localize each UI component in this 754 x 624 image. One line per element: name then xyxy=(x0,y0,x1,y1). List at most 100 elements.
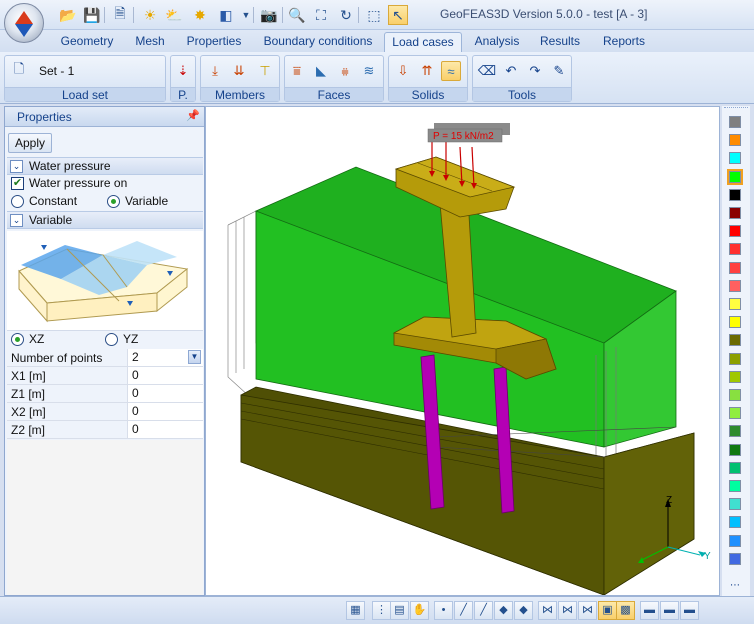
zoom-icon[interactable]: 🔍 xyxy=(287,5,307,25)
color-swatch[interactable] xyxy=(729,425,741,438)
z1-row[interactable]: Z1 [m] 0 xyxy=(7,385,203,403)
light-icon[interactable]: ✸ xyxy=(190,5,210,25)
x2-field[interactable]: 0 xyxy=(127,403,203,420)
cloud-sun-icon[interactable]: ⛅ xyxy=(164,5,184,25)
color-swatch[interactable] xyxy=(729,116,741,128)
color-swatch[interactable] xyxy=(729,298,741,310)
cube-icon[interactable]: ◧ xyxy=(216,5,236,25)
point-load-icon[interactable]: ⇣ xyxy=(173,61,193,81)
node3-icon[interactable]: ⋈ xyxy=(578,601,597,620)
solid-distributed-icon[interactable]: ⇈ xyxy=(417,61,437,81)
load-set-value[interactable]: Set - 1 xyxy=(39,64,74,78)
line2-icon[interactable]: ╱ xyxy=(474,601,493,620)
edit-load-icon[interactable]: ✎ xyxy=(549,61,569,81)
color-swatch[interactable] xyxy=(729,370,741,383)
layer3-icon[interactable]: ▬ xyxy=(680,601,699,620)
member-point-load-icon[interactable]: ⤓ xyxy=(205,61,225,81)
color-swatch[interactable] xyxy=(729,534,741,547)
palette-more-icon[interactable]: ⋯ xyxy=(730,580,740,591)
water-pressure-on-checkbox[interactable]: ✔ xyxy=(11,177,24,190)
color-swatch[interactable] xyxy=(729,389,741,401)
camera-icon[interactable]: 📷 xyxy=(259,5,279,25)
save-icon[interactable]: 💾 xyxy=(82,5,102,25)
open-icon[interactable]: 📂 xyxy=(58,5,78,25)
select-icon[interactable]: ⬚ xyxy=(364,5,384,25)
color-swatch[interactable] xyxy=(729,498,741,511)
print-preview-icon[interactable]: 🗎 xyxy=(110,5,130,25)
sun-icon[interactable]: ☀ xyxy=(140,5,160,25)
chevron-down-icon[interactable]: ▼ xyxy=(188,350,201,364)
color-swatch[interactable] xyxy=(729,152,741,165)
table-icon[interactable]: ▤ xyxy=(390,601,409,620)
face-pressure-icon[interactable]: ⩸ xyxy=(287,61,307,81)
color-swatch[interactable] xyxy=(729,316,741,329)
face-varying-load-icon[interactable]: ⩷ xyxy=(335,61,355,81)
color-swatch[interactable] xyxy=(729,480,741,492)
number-of-points-row[interactable]: Number of points 2 ▼ xyxy=(7,349,203,367)
constant-radio[interactable] xyxy=(11,195,24,208)
node2-icon[interactable]: ⋈ xyxy=(558,601,577,620)
color-swatch[interactable] xyxy=(729,552,741,565)
color-swatch[interactable] xyxy=(729,225,741,238)
rotate-icon[interactable]: ↻ xyxy=(336,5,356,25)
document-icon[interactable]: 🗋 xyxy=(9,61,29,81)
layer2-icon[interactable]: ▬ xyxy=(660,601,679,620)
member-temperature-icon[interactable]: ⊤ xyxy=(255,61,275,81)
color-swatch[interactable] xyxy=(729,352,741,365)
face-triangular-load-icon[interactable]: ◣ xyxy=(311,61,331,81)
color-swatch[interactable] xyxy=(729,407,741,420)
variable-radio[interactable] xyxy=(107,195,120,208)
color-swatch[interactable] xyxy=(729,279,741,292)
yz-radio[interactable] xyxy=(105,333,118,346)
tab-reports[interactable]: Reports xyxy=(596,32,652,52)
face-water-icon[interactable]: ≋ xyxy=(359,61,379,81)
tab-boundary-conditions[interactable]: Boundary conditions xyxy=(258,32,378,52)
tab-properties[interactable]: Properties xyxy=(180,32,248,52)
water-pressure-icon[interactable]: ≈ xyxy=(441,61,461,81)
color-swatch[interactable] xyxy=(729,334,741,347)
z1-field[interactable]: 0 xyxy=(127,385,203,402)
undo-icon[interactable]: ↶ xyxy=(501,61,521,81)
x1-row[interactable]: X1 [m] 0 xyxy=(7,367,203,385)
color-swatch[interactable] xyxy=(727,168,743,185)
collapse-icon[interactable]: ⌄ xyxy=(10,214,23,227)
solid-body-force-icon[interactable]: ⇩ xyxy=(393,61,413,81)
water-pressure-on-row[interactable]: ✔ Water pressure on xyxy=(7,175,203,193)
eraser-icon[interactable]: ⌫ xyxy=(477,61,497,81)
grid-icon[interactable]: ▦ xyxy=(346,601,365,620)
color-swatch[interactable] xyxy=(729,443,741,456)
x1-field[interactable]: 0 xyxy=(127,367,203,384)
redo-icon[interactable]: ↷ xyxy=(525,61,545,81)
tab-mesh[interactable]: Mesh xyxy=(128,32,172,52)
surface2-icon[interactable]: ◆ xyxy=(514,601,533,620)
color-swatch[interactable] xyxy=(729,207,741,219)
apply-button[interactable]: Apply xyxy=(8,133,52,153)
variable-section[interactable]: ⌄ Variable xyxy=(7,211,203,229)
layer1-icon[interactable]: ▬ xyxy=(640,601,659,620)
application-menu-button[interactable] xyxy=(4,3,44,43)
z2-row[interactable]: Z2 [m] 0 xyxy=(7,421,203,439)
node-icon[interactable]: ⋈ xyxy=(538,601,557,620)
color-swatch[interactable] xyxy=(729,134,741,147)
hand-icon[interactable]: ✋ xyxy=(410,601,429,620)
surface-icon[interactable]: ◆ xyxy=(494,601,513,620)
model-3d-view[interactable]: P = 15 kN/m2 Z Y xyxy=(206,107,720,596)
wire-icon[interactable]: ▩ xyxy=(616,601,635,620)
color-swatch[interactable] xyxy=(729,243,741,256)
tab-analysis[interactable]: Analysis xyxy=(470,32,524,52)
z2-field[interactable]: 0 xyxy=(127,421,203,438)
point-icon[interactable]: • xyxy=(434,601,453,620)
xz-radio[interactable] xyxy=(11,333,24,346)
color-swatch[interactable] xyxy=(729,261,741,274)
tab-load-cases[interactable]: Load cases xyxy=(384,32,462,52)
shade-icon[interactable]: ▣ xyxy=(598,601,617,620)
x2-row[interactable]: X2 [m] 0 xyxy=(7,403,203,421)
collapse-icon[interactable]: ⌄ xyxy=(10,160,23,173)
pointer-icon[interactable]: ↖ xyxy=(388,5,408,25)
zoom-window-icon[interactable]: ⛶ xyxy=(311,5,331,25)
water-pressure-section[interactable]: ⌄ Water pressure xyxy=(7,157,203,175)
member-distributed-load-icon[interactable]: ⇊ xyxy=(229,61,249,81)
model-viewport[interactable]: P = 15 kN/m2 Z Y xyxy=(205,106,720,596)
tab-results[interactable]: Results xyxy=(534,32,586,52)
color-swatch[interactable] xyxy=(729,516,741,529)
